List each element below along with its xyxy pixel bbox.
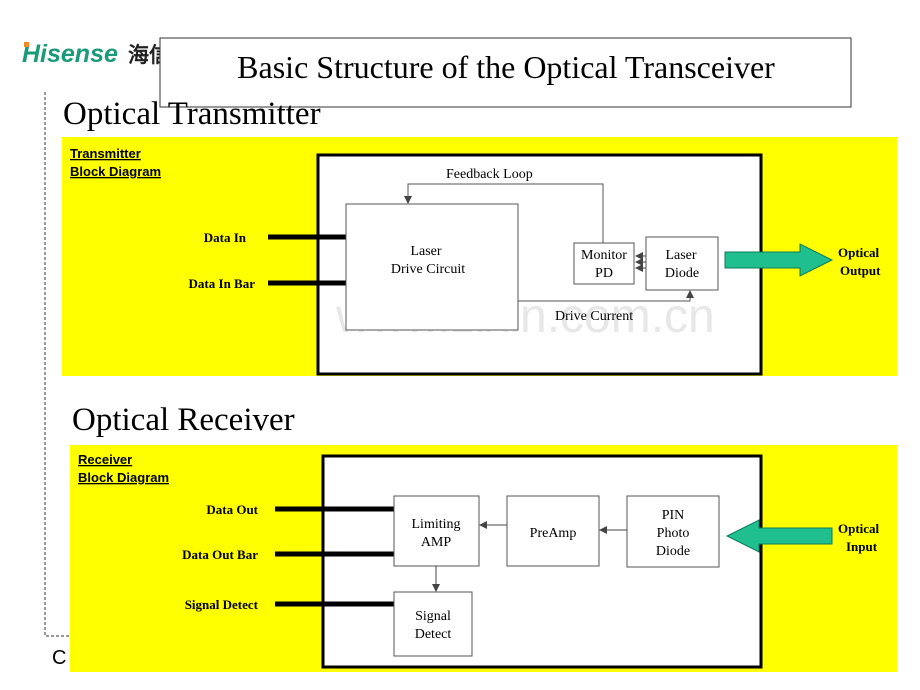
optical-output-label: Optical — [838, 245, 880, 260]
block-label: Limiting — [412, 517, 461, 532]
data-out-label: Data Out — [206, 502, 258, 517]
block-label: Laser — [665, 248, 696, 263]
block-label: Monitor — [581, 248, 627, 263]
signal-detect-block — [393, 591, 473, 657]
transmitter-label: Transmitter — [70, 146, 141, 161]
block-label: PD — [595, 266, 613, 281]
transceiver-diagram: Hisense 海信 C Basic Structure of the Opti… — [22, 37, 897, 672]
block-label: Drive Circuit — [391, 262, 465, 277]
data-in-bar-label: Data In Bar — [189, 276, 256, 291]
optical-input-label: Optical — [838, 521, 880, 536]
signal-detect-label: Signal Detect — [185, 597, 259, 612]
block-label: PreAmp — [530, 526, 577, 541]
transmitter-label-2: Block Diagram — [70, 164, 161, 179]
feedback-loop-label: Feedback Loop — [446, 167, 533, 182]
hisense-logo: Hisense 海信 — [22, 40, 170, 68]
laser-diode-block — [645, 236, 719, 291]
block-label: Detect — [415, 627, 452, 642]
data-out-bar-label: Data Out Bar — [182, 547, 258, 562]
receiver-label-2: Block Diagram — [78, 470, 169, 485]
receiver-label: Receiver — [78, 452, 132, 467]
footer-fragment: C — [52, 647, 66, 669]
transmitter-heading: Optical Transmitter — [63, 96, 321, 132]
page-title: Basic Structure of the Optical Transceiv… — [237, 49, 775, 85]
block-label: Diode — [665, 266, 699, 281]
block-label: Signal — [415, 609, 451, 624]
optical-output-label-2: Output — [840, 263, 881, 278]
logo-accent — [24, 42, 29, 47]
receiver-heading: Optical Receiver — [72, 402, 295, 438]
logo-text: Hisense — [22, 40, 118, 68]
block-label: Diode — [656, 544, 690, 559]
block-label: Photo — [657, 526, 690, 541]
block-label: AMP — [421, 535, 452, 550]
drive-current-label: Drive Current — [555, 309, 633, 324]
block-label: Laser — [410, 244, 441, 259]
block-label: PIN — [662, 508, 685, 523]
data-in-label: Data In — [204, 230, 247, 245]
optical-input-label-2: Input — [846, 539, 878, 554]
